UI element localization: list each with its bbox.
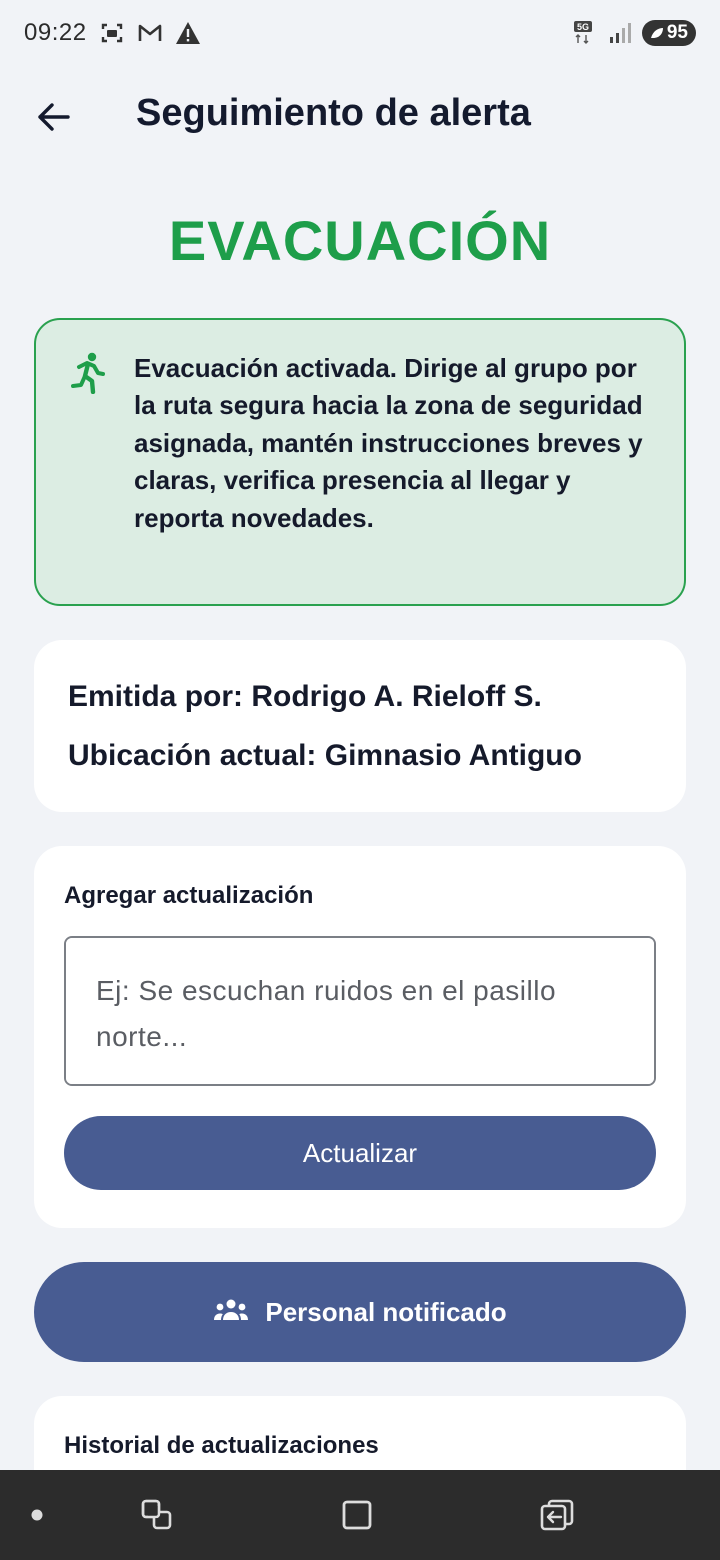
current-location-text: Ubicación actual: Gimnasio Antiguo bbox=[68, 739, 582, 772]
update-input[interactable] bbox=[64, 936, 656, 1086]
status-left: 09:22 bbox=[24, 19, 201, 47]
status-bar: 09:22 5G 95 bbox=[0, 0, 720, 66]
alert-type-title: EVACUACIÓN bbox=[168, 209, 552, 272]
battery-level: 95 bbox=[666, 22, 688, 43]
alert-info-card: Emitida por: Rodrigo A. Rieloff S. Ubica… bbox=[34, 640, 686, 812]
back-button[interactable] bbox=[30, 94, 76, 140]
battery-icon: 95 bbox=[641, 20, 696, 46]
add-update-card: Agregar actualización Actualizar bbox=[34, 846, 686, 1228]
issued-by-text: Emitida por: Rodrigo A. Rieloff S. bbox=[68, 680, 542, 713]
alert-message-box: Evacuación activada. Dirige al grupo por… bbox=[34, 318, 686, 606]
arrow-left-icon bbox=[38, 103, 70, 131]
home-icon[interactable] bbox=[334, 1492, 380, 1538]
dot-indicator-icon bbox=[14, 1492, 60, 1538]
status-right: 5G 95 bbox=[573, 20, 696, 46]
page-title: Seguimiento de alerta bbox=[136, 92, 531, 134]
gmail-icon bbox=[137, 20, 163, 46]
alert-message-text: Evacuación activada. Dirige al grupo por… bbox=[134, 353, 643, 533]
system-nav-bar bbox=[0, 1470, 720, 1560]
recent-apps-icon[interactable] bbox=[134, 1492, 180, 1538]
back-switch-icon[interactable] bbox=[534, 1492, 580, 1538]
history-label: Historial de actualizaciones bbox=[64, 1432, 379, 1459]
notified-personnel-button[interactable]: Personal notificado bbox=[34, 1262, 686, 1362]
running-person-icon bbox=[70, 352, 106, 395]
cell-signal-icon bbox=[608, 20, 634, 46]
update-button[interactable]: Actualizar bbox=[64, 1116, 656, 1190]
warning-icon bbox=[175, 20, 201, 46]
screenshot-icon bbox=[99, 20, 125, 46]
status-time: 09:22 bbox=[24, 19, 87, 46]
group-icon bbox=[213, 1297, 249, 1328]
5g-signal-icon: 5G bbox=[573, 20, 600, 46]
app-header: Seguimiento de alerta bbox=[0, 80, 720, 152]
add-update-label: Agregar actualización bbox=[64, 882, 314, 909]
notified-personnel-label: Personal notificado bbox=[265, 1296, 507, 1327]
svg-text:5G: 5G bbox=[577, 22, 589, 32]
